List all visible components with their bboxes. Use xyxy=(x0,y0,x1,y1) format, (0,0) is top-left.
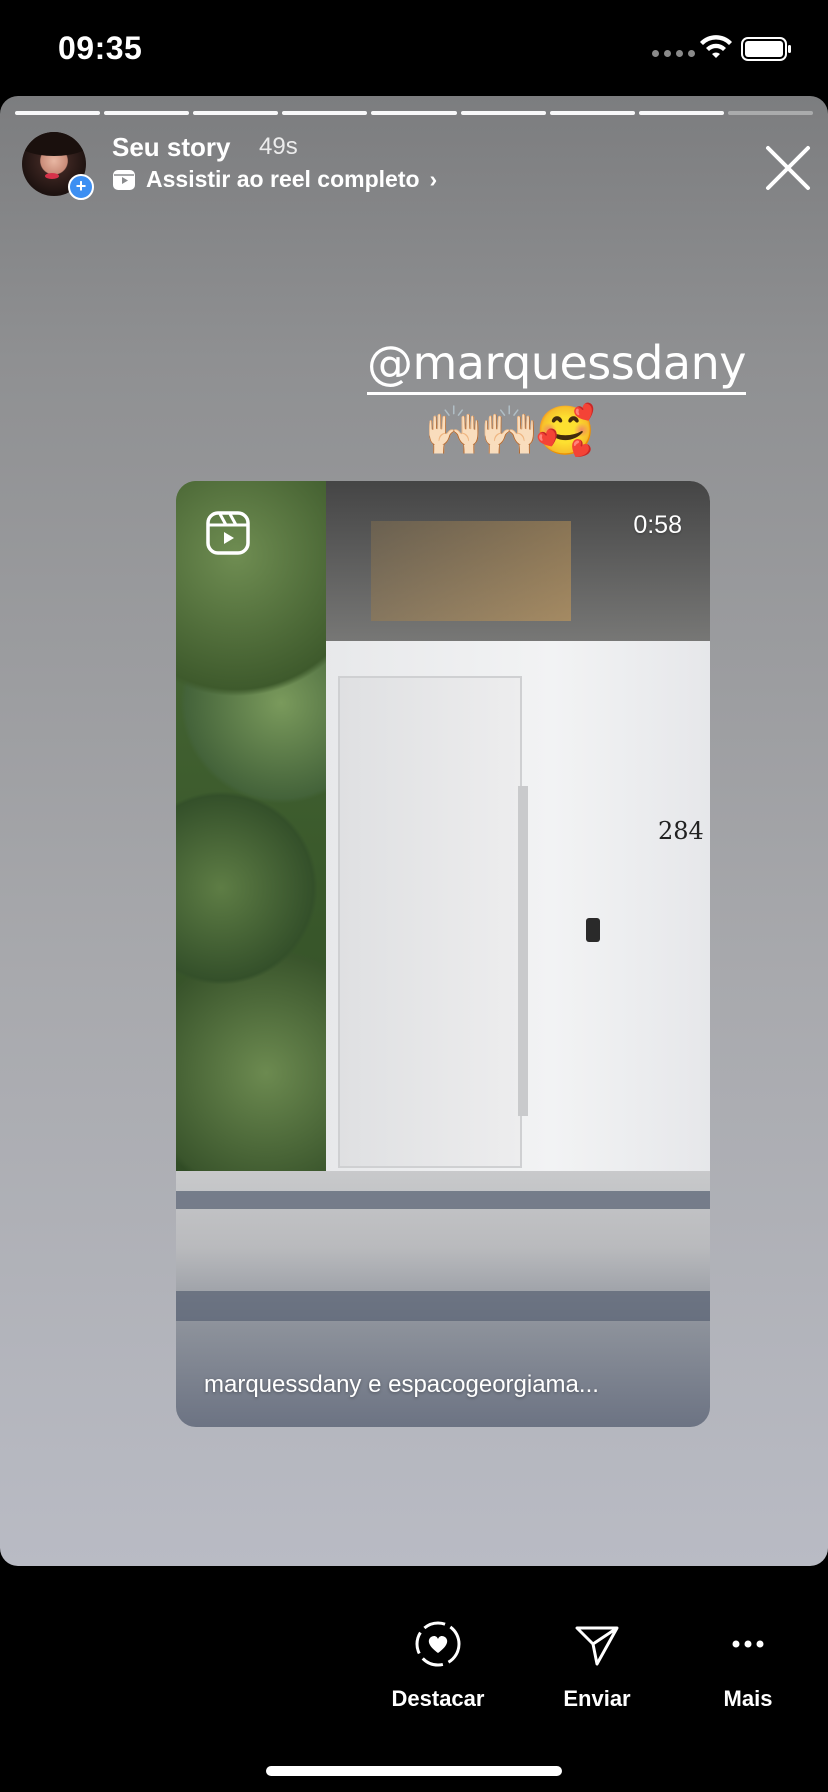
mention-sticker[interactable]: @marquessdany xyxy=(367,336,746,395)
emoji-sticker: 🙌🏻🙌🏻🥰 xyxy=(424,405,595,458)
watch-full-reel-link[interactable]: Assistir ao reel completo › xyxy=(112,166,437,193)
entrance-door xyxy=(338,676,522,1168)
status-time: 09:35 xyxy=(58,30,143,66)
story-progress-bar xyxy=(15,111,813,115)
more-button[interactable]: Mais xyxy=(708,1620,788,1712)
house-number: 284 xyxy=(658,817,704,845)
signal-dots-icon xyxy=(652,50,695,57)
add-story-icon[interactable]: + xyxy=(68,174,94,200)
progress-segment xyxy=(371,111,457,115)
progress-segment xyxy=(727,111,813,115)
story-owner-label[interactable]: Seu story xyxy=(112,132,231,163)
intercom xyxy=(586,918,600,942)
door-handle xyxy=(518,786,528,1116)
send-icon xyxy=(575,1626,619,1666)
battery-icon xyxy=(741,37,791,61)
story-elapsed-time: 49s xyxy=(259,133,298,160)
highlight-button[interactable]: Destacar xyxy=(380,1620,496,1712)
progress-segment xyxy=(549,111,635,115)
reel-preview-card[interactable]: 284 0:58 marquessdany e espacogeorgiama.… xyxy=(176,481,710,1427)
progress-segment xyxy=(193,111,279,115)
story-action-bar: Destacar Enviar Mais xyxy=(0,1566,828,1792)
close-icon[interactable] xyxy=(762,142,814,194)
reel-duration: 0:58 xyxy=(633,511,682,539)
highlight-heart-icon xyxy=(415,1621,461,1667)
vertical-garden xyxy=(176,481,326,1221)
reels-icon xyxy=(206,511,250,555)
progress-segment xyxy=(282,111,368,115)
reel-caption: marquessdany e espacogeorgiama... xyxy=(204,1371,599,1398)
wifi-icon xyxy=(700,35,732,58)
progress-segment xyxy=(15,111,101,115)
progress-segment xyxy=(638,111,724,115)
chevron-right-icon: › xyxy=(429,166,438,192)
home-indicator[interactable] xyxy=(266,1766,562,1776)
reel-small-icon xyxy=(113,169,135,190)
send-button[interactable]: Enviar xyxy=(549,1620,645,1712)
story-view[interactable]: + Seu story 49s Assistir ao reel complet… xyxy=(0,96,828,1566)
watch-full-reel-label: Assistir ao reel completo xyxy=(146,166,420,192)
more-label: Mais xyxy=(723,1686,773,1711)
canopy-reflection xyxy=(371,521,571,621)
progress-segment xyxy=(104,111,190,115)
highlight-label: Destacar xyxy=(391,1686,485,1711)
status-bar: 09:35 xyxy=(0,0,828,96)
send-label: Enviar xyxy=(563,1686,631,1711)
more-icon xyxy=(732,1640,764,1648)
progress-segment xyxy=(460,111,546,115)
